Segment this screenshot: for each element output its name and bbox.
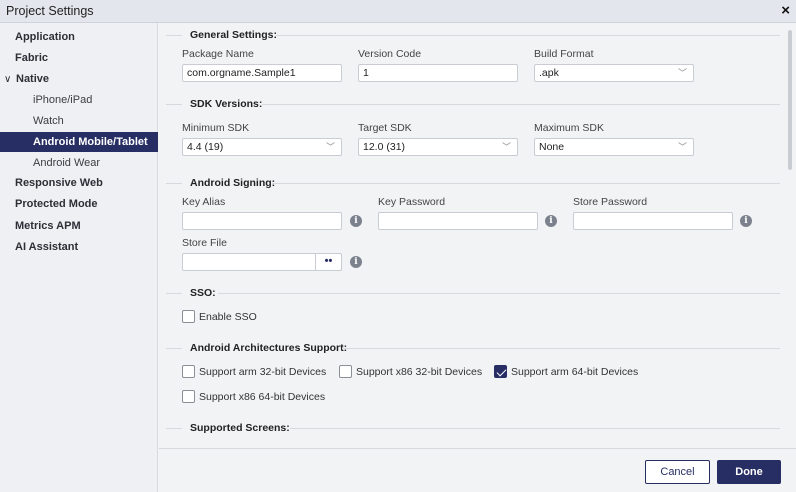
store-file-input[interactable] (182, 253, 316, 271)
key-password-label: Key Password (378, 196, 446, 208)
divider (166, 293, 182, 294)
section-title-signing: Android Signing: (190, 177, 276, 189)
info-icon[interactable]: i (545, 215, 557, 227)
arm32-label: Support arm 32-bit Devices (199, 366, 327, 378)
divider (166, 104, 182, 105)
sidebar: Application Fabric ∨ Native iPhone/iPad W… (0, 23, 158, 492)
minimum-sdk-value: 4.4 (19) (187, 141, 224, 153)
store-password-input[interactable] (573, 212, 733, 230)
sidebar-item-iphone-ipad[interactable]: iPhone/iPad (0, 90, 158, 110)
chevron-down-icon: ﹀ (677, 68, 687, 78)
info-icon[interactable]: i (740, 215, 752, 227)
store-file-label: Store File (182, 237, 227, 249)
sidebar-item-android-mobile-tablet[interactable]: Android Mobile/Tablet (0, 132, 158, 152)
divider (272, 183, 780, 184)
sidebar-item-application[interactable]: Application (0, 27, 158, 47)
divider (262, 104, 780, 105)
footer-divider (159, 448, 796, 449)
cancel-button[interactable]: Cancel (645, 460, 710, 484)
target-sdk-label: Target SDK (358, 122, 412, 134)
x86-64-checkbox[interactable] (182, 390, 195, 403)
sidebar-item-watch[interactable]: Watch (0, 111, 158, 131)
enable-sso-label: Enable SSO (199, 311, 257, 323)
sidebar-item-protected-mode[interactable]: Protected Mode (0, 194, 158, 214)
x86-32-checkbox[interactable] (339, 365, 352, 378)
enable-sso-checkbox[interactable] (182, 310, 195, 323)
chevron-down-icon: ∨ (4, 74, 12, 85)
sidebar-item-metrics-apm[interactable]: Metrics APM (0, 216, 158, 236)
chevron-down-icon: ﹀ (325, 142, 335, 152)
section-title-general: General Settings: (190, 29, 277, 41)
x86-64-label: Support x86 64-bit Devices (199, 391, 326, 403)
build-format-value: .apk (539, 67, 559, 79)
package-name-input[interactable] (182, 64, 342, 82)
minimum-sdk-select[interactable]: 4.4 (19) ﹀ (182, 138, 342, 156)
version-code-input[interactable] (358, 64, 518, 82)
sidebar-item-android-wear[interactable]: Android Wear (0, 153, 158, 173)
divider (166, 428, 182, 429)
section-title-sdk: SDK Versions: (190, 98, 263, 110)
divider (290, 428, 780, 429)
arm64-label: Support arm 64-bit Devices (511, 366, 639, 378)
section-title-screens: Supported Screens: (190, 422, 290, 434)
sidebar-item-native[interactable]: ∨ Native (0, 69, 158, 89)
info-icon[interactable]: i (350, 256, 362, 268)
divider (276, 35, 780, 36)
key-alias-input[interactable] (182, 212, 342, 230)
minimum-sdk-label: Minimum SDK (182, 122, 250, 134)
sidebar-item-responsive-web[interactable]: Responsive Web (0, 173, 158, 193)
chevron-down-icon: ﹀ (501, 142, 511, 152)
done-button[interactable]: Done (717, 460, 781, 484)
scrollbar[interactable] (788, 30, 792, 170)
sidebar-item-label: Native (16, 73, 50, 85)
info-icon[interactable]: i (350, 215, 362, 227)
maximum-sdk-select[interactable]: None ﹀ (534, 138, 694, 156)
browse-button[interactable]: •• (316, 253, 342, 271)
divider (166, 348, 182, 349)
chevron-down-icon: ﹀ (677, 142, 687, 152)
target-sdk-select[interactable]: 12.0 (31) ﹀ (358, 138, 518, 156)
x86-32-label: Support x86 32-bit Devices (356, 366, 483, 378)
title-bar: Project Settings × (0, 0, 796, 23)
build-format-select[interactable]: .apk ﹀ (534, 64, 694, 82)
version-code-label: Version Code (358, 48, 422, 60)
close-icon[interactable]: × (781, 2, 790, 19)
key-password-input[interactable] (378, 212, 538, 230)
maximum-sdk-value: None (539, 141, 565, 153)
package-name-label: Package Name (182, 48, 254, 60)
target-sdk-value: 12.0 (31) (363, 141, 406, 153)
arm64-checkbox[interactable] (494, 365, 507, 378)
key-alias-label: Key Alias (182, 196, 226, 208)
divider (166, 183, 182, 184)
sidebar-item-ai-assistant[interactable]: AI Assistant (0, 237, 158, 257)
arm32-checkbox[interactable] (182, 365, 195, 378)
divider (166, 35, 182, 36)
build-format-label: Build Format (534, 48, 594, 60)
window-title: Project Settings (6, 4, 94, 18)
divider (218, 293, 780, 294)
sidebar-item-fabric[interactable]: Fabric (0, 48, 158, 68)
section-title-architectures: Android Architectures Support: (190, 342, 348, 354)
store-password-label: Store Password (573, 196, 648, 208)
divider (342, 348, 780, 349)
maximum-sdk-label: Maximum SDK (534, 122, 605, 134)
section-title-sso: SSO: (190, 287, 216, 299)
